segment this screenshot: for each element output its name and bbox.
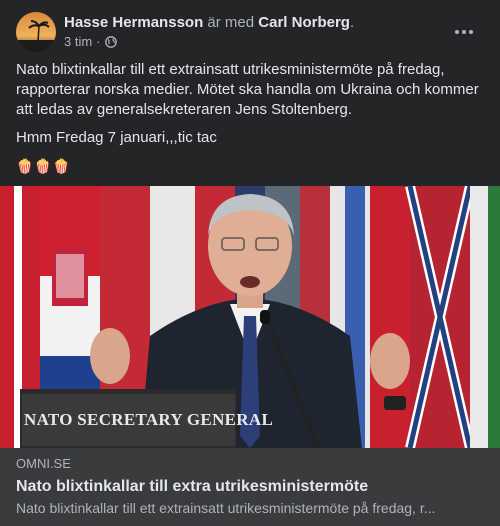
author-line: Hasse Hermansson är med Carl Norberg.	[64, 13, 354, 32]
tagged-name[interactable]: Carl Norberg	[258, 14, 350, 31]
globe-icon[interactable]	[104, 36, 117, 48]
more-options-icon[interactable]	[452, 20, 476, 44]
author-name[interactable]: Hasse Hermansson	[64, 14, 203, 31]
link-title[interactable]: Nato blixtinkallar till extra utrikesmin…	[16, 476, 484, 497]
popcorn-emojis: 🍿🍿🍿	[16, 158, 72, 174]
link-domain: OMNI.SE	[16, 456, 71, 471]
post-image[interactable]: NATO SECRETARY GENERAL	[0, 186, 500, 448]
meta-separator: ·	[96, 34, 101, 49]
dot	[462, 30, 466, 34]
post-timestamp[interactable]: 3 tim	[64, 34, 92, 50]
link-preview[interactable]: OMNI.SE Nato blixtinkallar till extra ut…	[0, 448, 500, 526]
post-paragraph-2: Hmm Fredag 7 januari,,,tic tac	[16, 129, 217, 146]
avatar-image	[16, 12, 56, 52]
author-avatar[interactable]	[16, 12, 56, 52]
dot	[455, 30, 459, 34]
post-text: Nato blixtinkallar till ett extrainsatt …	[16, 60, 484, 184]
with-text: är med	[207, 14, 255, 31]
link-description: Nato blixtinkallar till ett extrainsatt …	[16, 500, 436, 516]
post-meta: 3 tim ·	[64, 34, 117, 50]
post-paragraph-1: Nato blixtinkallar till ett extrainsatt …	[16, 61, 479, 118]
dot	[469, 30, 473, 34]
nato-sign-text: NATO SECRETARY GENERAL	[24, 410, 274, 429]
trailing-dot: .	[349, 14, 355, 31]
post-header: Hasse Hermansson är med Carl Norberg. 3 …	[16, 12, 484, 52]
feed-post: Hasse Hermansson är med Carl Norberg. 3 …	[0, 0, 500, 526]
